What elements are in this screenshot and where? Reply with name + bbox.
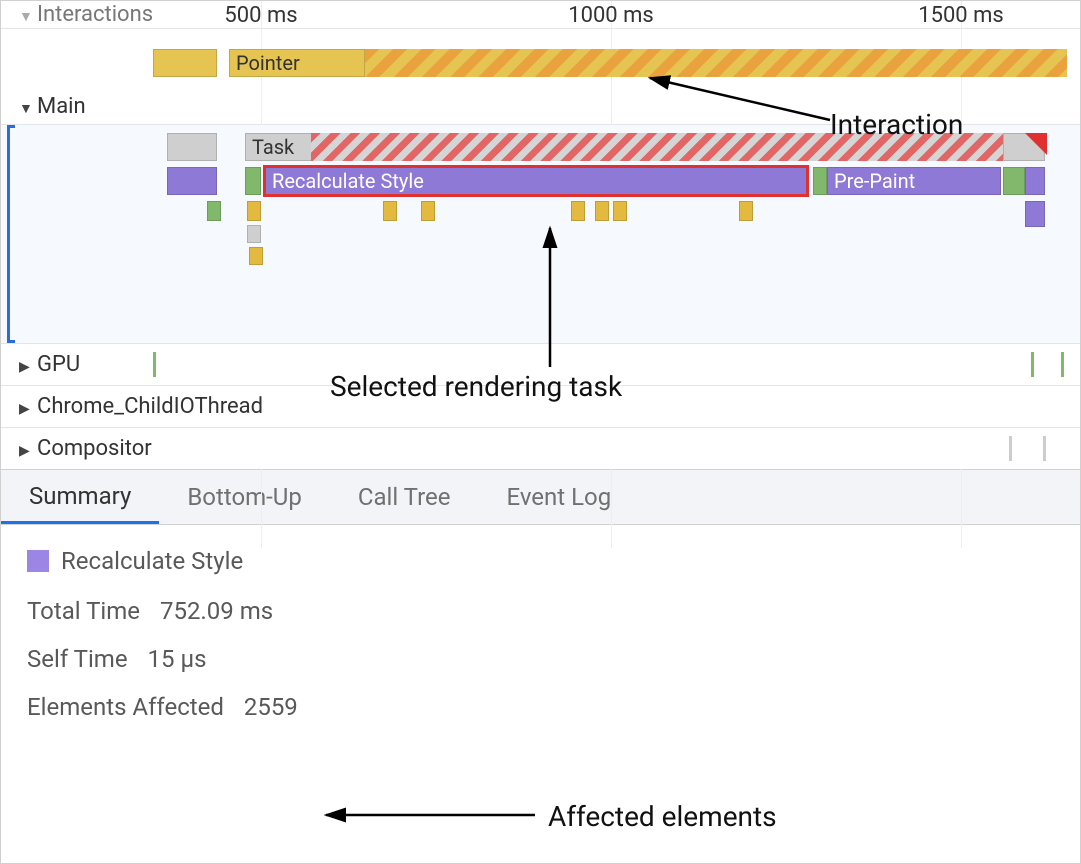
self-time-label: Self Time (27, 645, 128, 673)
interaction-track: Pointer (1, 29, 1080, 67)
flame-sub[interactable] (595, 201, 609, 221)
timeline-ruler: Interactions 500 ms 1000 ms 1500 ms (1, 1, 1080, 29)
flame-sub[interactable] (247, 201, 261, 221)
flame-sub[interactable] (249, 247, 263, 265)
chevron-down-icon[interactable] (19, 2, 31, 27)
compositor-label: Compositor (37, 436, 152, 461)
recalculate-style-bar[interactable]: Recalculate Style (263, 165, 809, 197)
tab-call-tree[interactable]: Call Tree (330, 470, 479, 524)
flame-sub[interactable] (1025, 201, 1045, 227)
elements-affected-value: 2559 (244, 693, 298, 721)
main-thread-header[interactable]: Main (1, 89, 1080, 125)
flame-sub[interactable] (571, 201, 585, 221)
pre-paint-bar[interactable]: Pre-Paint (827, 167, 1001, 195)
flame-purple-end[interactable] (1025, 167, 1045, 195)
interaction-long-segment[interactable] (365, 49, 1067, 77)
flame-green-small[interactable] (245, 167, 261, 195)
main-section-label: Main (37, 94, 86, 119)
total-time-label: Total Time (27, 597, 140, 625)
elements-affected-label: Elements Affected (27, 693, 224, 721)
rendering-color-swatch (27, 550, 49, 572)
gpu-label: GPU (37, 352, 80, 377)
recalculate-style-label: Recalculate Style (272, 169, 424, 193)
ruler-tick-500: 500 ms (224, 3, 297, 28)
long-task-warning-icon (1025, 133, 1047, 155)
flame-sub[interactable] (207, 201, 221, 221)
summary-panel: Recalculate Style Total Time 752.09 ms S… (1, 525, 1080, 763)
pre-paint-label: Pre-Paint (834, 169, 915, 193)
gpu-tick (1031, 352, 1034, 377)
flame-sub[interactable] (421, 201, 435, 221)
self-time-value: 15 µs (148, 645, 207, 673)
selection-bracket (7, 125, 15, 343)
chevron-right-icon[interactable] (19, 352, 31, 377)
flame-green-end[interactable] (1003, 167, 1025, 195)
gpu-tick (153, 352, 156, 377)
childio-label: Chrome_ChildIOThread (37, 394, 263, 419)
chevron-right-icon[interactable] (19, 394, 31, 419)
compositor-track-header[interactable]: Compositor (1, 427, 1080, 469)
flame-sub[interactable] (247, 225, 261, 243)
flame-task-long[interactable] (311, 133, 1003, 161)
main-thread-track: Task Recalculate Style Pre-Paint (1, 125, 1080, 343)
gpu-tick (1061, 352, 1064, 377)
ruler-tick-1000: 1000 ms (568, 3, 654, 28)
summary-title: Recalculate Style (61, 547, 243, 575)
flame-task-block[interactable] (167, 133, 217, 161)
flame-green-mid[interactable] (813, 167, 827, 195)
interactions-section-label: Interactions (37, 2, 153, 27)
compositor-tick (1043, 436, 1046, 461)
tab-bottom-up[interactable]: Bottom-Up (159, 470, 330, 524)
tab-summary[interactable]: Summary (1, 470, 159, 524)
details-tabs: Summary Bottom-Up Call Tree Event Log (1, 469, 1080, 525)
chevron-right-icon[interactable] (19, 436, 31, 461)
flame-sub[interactable] (383, 201, 397, 221)
task-label: Task (252, 135, 294, 159)
compositor-tick (1009, 436, 1012, 461)
pointer-interaction-bar[interactable]: Pointer (229, 49, 365, 77)
childio-track-header[interactable]: Chrome_ChildIOThread (1, 385, 1080, 427)
total-time-value: 752.09 ms (160, 597, 273, 625)
pointer-label: Pointer (236, 51, 300, 75)
ruler-tick-1500: 1500 ms (918, 3, 1004, 28)
flame-sub[interactable] (613, 201, 627, 221)
tab-event-log[interactable]: Event Log (478, 470, 639, 524)
flame-sub[interactable] (739, 201, 753, 221)
chevron-down-icon[interactable] (19, 94, 31, 119)
flame-purple-pre[interactable] (167, 167, 217, 195)
interaction-segment[interactable] (153, 49, 217, 77)
gpu-track-header[interactable]: GPU (1, 343, 1080, 385)
